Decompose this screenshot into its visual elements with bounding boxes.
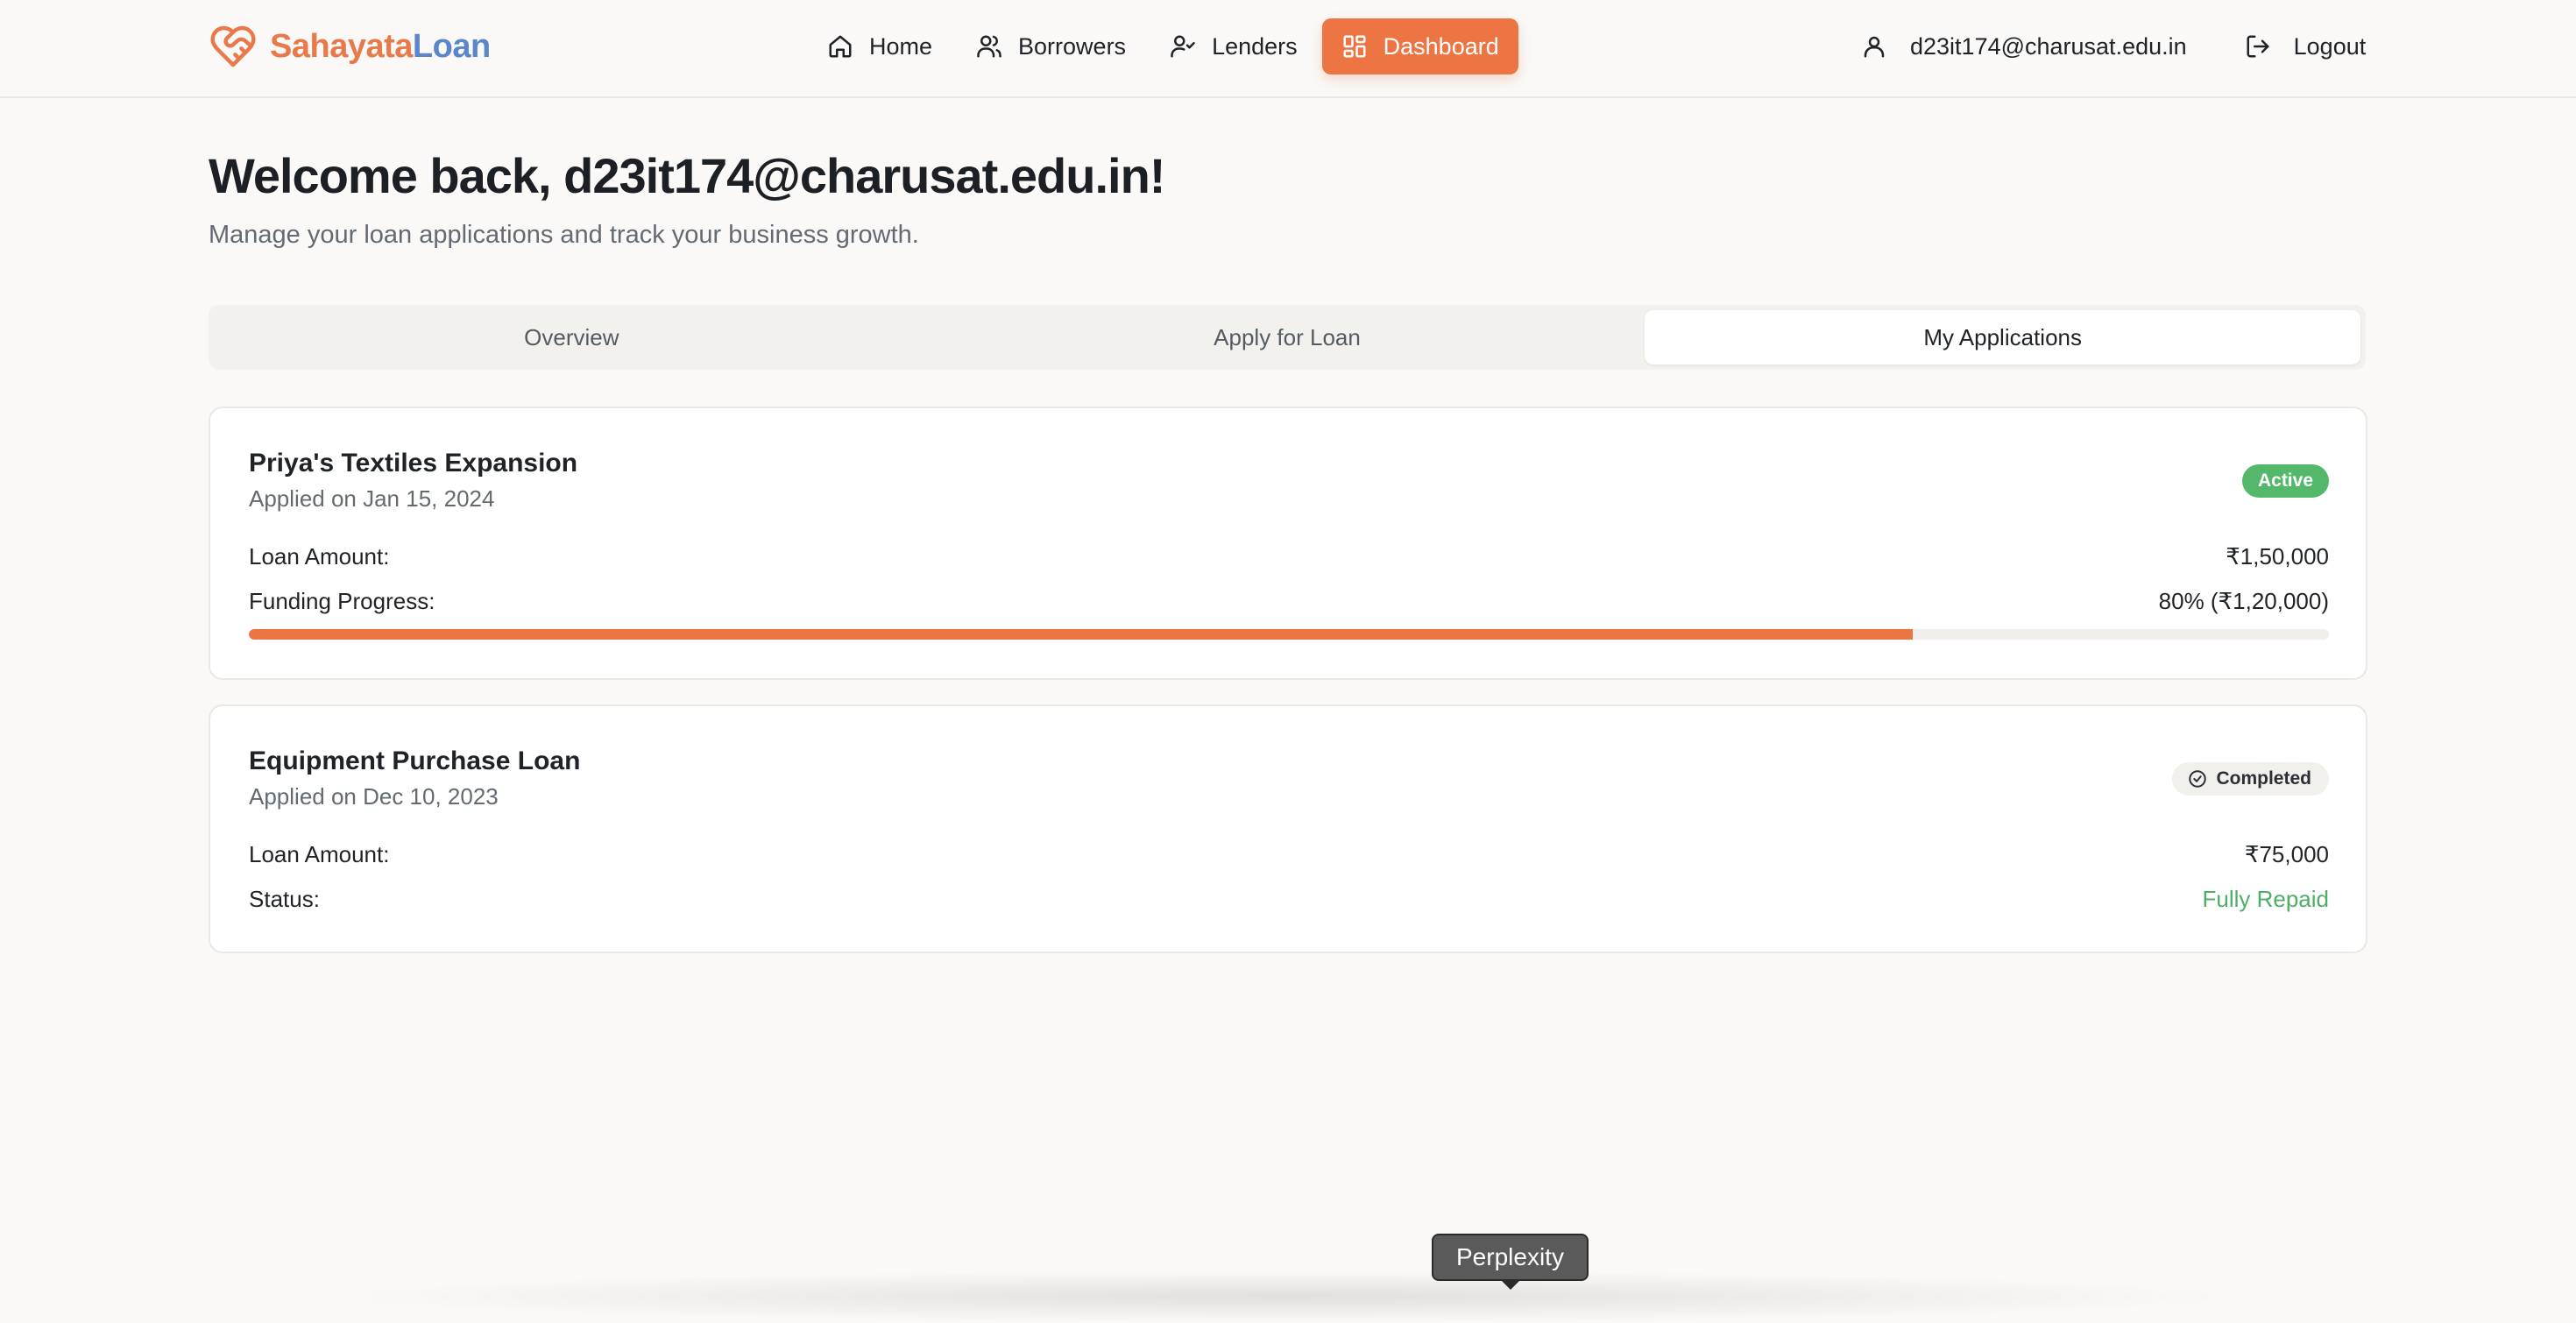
user-icon bbox=[1864, 36, 1885, 58]
status-badge: Completed bbox=[2172, 762, 2329, 796]
dock-tooltip: Perplexity bbox=[1432, 1234, 1589, 1281]
tab-apply-for-loan[interactable]: Apply for Loan bbox=[930, 310, 1645, 364]
application-card: Equipment Purchase Loan Applied on Dec 1… bbox=[209, 704, 2367, 953]
nav-lenders[interactable]: Lenders bbox=[1150, 18, 1317, 74]
funding-progress-fill bbox=[249, 629, 1914, 640]
application-card: Priya's Textiles Expansion Applied on Ja… bbox=[209, 407, 2367, 680]
logout-button[interactable]: Logout bbox=[2229, 18, 2382, 74]
brand-name-part1: Sahayata bbox=[270, 27, 413, 65]
application-date: Applied on Jan 15, 2024 bbox=[249, 485, 495, 512]
heart-handshake-icon bbox=[210, 25, 256, 67]
loan-amount-label: Loan Amount: bbox=[249, 543, 390, 570]
loan-amount-value: ₹75,000 bbox=[2244, 841, 2329, 867]
page-title: Welcome back, d23it174@charusat.edu.in! bbox=[209, 148, 1165, 203]
user-profile-link[interactable]: d23it174@charusat.edu.in bbox=[1845, 18, 2203, 74]
user-check-icon bbox=[1171, 35, 1195, 58]
users-icon bbox=[977, 35, 1001, 58]
dashboard-tabs: Overview Apply for Loan My Applications bbox=[209, 305, 2366, 370]
status-badge: Active bbox=[2241, 464, 2329, 498]
brand-name: SahayataLoan bbox=[270, 28, 491, 66]
funding-progress-bar bbox=[249, 629, 2329, 640]
dock-shadow bbox=[333, 1270, 2243, 1323]
nav-lenders-label: Lenders bbox=[1212, 32, 1298, 60]
logout-label: Logout bbox=[2293, 32, 2367, 60]
dock-tooltip-arrow bbox=[1500, 1279, 1521, 1290]
tab-overview[interactable]: Overview bbox=[214, 310, 930, 364]
page-subtitle: Manage your loan applications and track … bbox=[209, 221, 919, 249]
nav-home-label: Home bbox=[869, 32, 933, 60]
check-circle-icon bbox=[2189, 770, 2207, 788]
loan-amount-value: ₹1,50,000 bbox=[2226, 543, 2329, 570]
user-area: d23it174@charusat.edu.in Logout bbox=[1845, 18, 2381, 75]
nav-home[interactable]: Home bbox=[808, 18, 952, 74]
layout-grid-icon bbox=[1343, 35, 1366, 58]
user-email: d23it174@charusat.edu.in bbox=[1910, 32, 2187, 60]
log-out-icon bbox=[2247, 35, 2269, 58]
status-badge-label: Completed bbox=[2216, 768, 2311, 789]
top-navbar: SahayataLoan Home Borrowers Lenders Dash… bbox=[0, 0, 2576, 98]
application-date: Applied on Dec 10, 2023 bbox=[249, 783, 499, 810]
application-title: Priya's Textiles Expansion bbox=[249, 449, 578, 478]
funding-progress-label: Funding Progress: bbox=[249, 588, 435, 614]
nav-borrowers[interactable]: Borrowers bbox=[957, 18, 1145, 74]
nav-dashboard-label: Dashboard bbox=[1383, 32, 1499, 60]
tab-my-applications[interactable]: My Applications bbox=[1645, 310, 2361, 364]
funding-progress-value: 80% (₹1,20,000) bbox=[2158, 588, 2329, 614]
brand-logo[interactable]: SahayataLoan bbox=[209, 21, 491, 72]
brand-name-part2: Loan bbox=[412, 27, 491, 65]
nav-dashboard[interactable]: Dashboard bbox=[1321, 18, 1518, 74]
loan-status-value: Fully Repaid bbox=[2202, 886, 2329, 912]
main-nav: Home Borrowers Lenders Dashboard bbox=[808, 18, 1518, 75]
home-icon bbox=[829, 35, 852, 58]
loan-amount-label: Loan Amount: bbox=[249, 841, 390, 867]
application-title: Equipment Purchase Loan bbox=[249, 746, 581, 775]
loan-status-label: Status: bbox=[249, 886, 320, 912]
nav-borrowers-label: Borrowers bbox=[1018, 32, 1127, 60]
